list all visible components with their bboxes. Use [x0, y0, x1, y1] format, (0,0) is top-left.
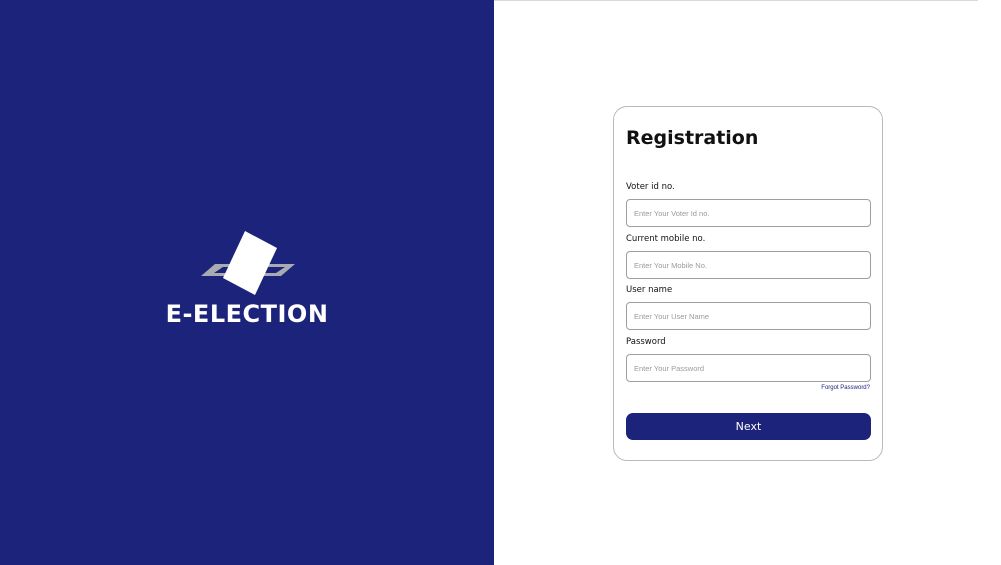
mobile-label: Current mobile no. [626, 234, 706, 244]
ballot-box-icon [201, 231, 295, 295]
username-input[interactable] [626, 302, 871, 330]
voter-id-input[interactable] [626, 199, 871, 227]
top-divider [494, 0, 978, 1]
password-label: Password [626, 337, 666, 347]
mobile-input[interactable] [626, 251, 871, 279]
brand-panel: E-ELECTION [0, 0, 494, 565]
voter-id-label: Voter id no. [626, 182, 675, 192]
password-input[interactable] [626, 354, 871, 382]
forgot-password-link[interactable]: Forgot Password? [821, 385, 870, 391]
page-title: Registration [626, 127, 759, 149]
brand-name: E-ELECTION [165, 300, 329, 328]
username-label: User name [626, 285, 673, 295]
next-button[interactable]: Next [626, 413, 871, 440]
registration-card: Registration Voter id no. Current mobile… [613, 106, 883, 461]
